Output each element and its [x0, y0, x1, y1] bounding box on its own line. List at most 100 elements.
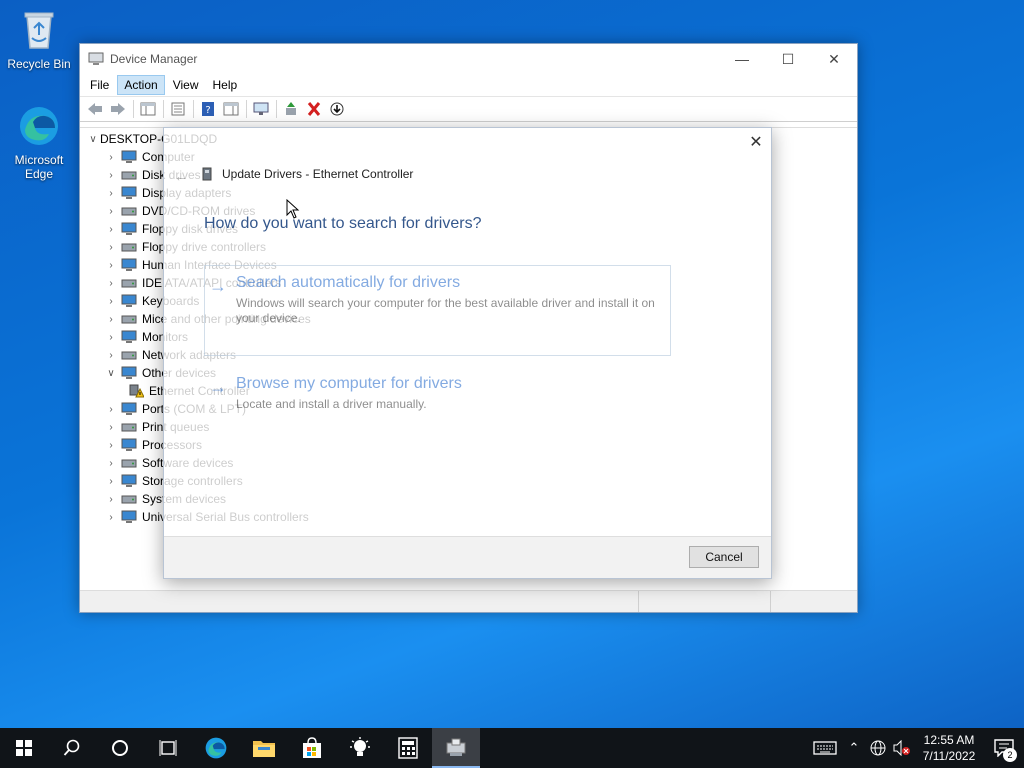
chevron-right-icon[interactable]: ›: [104, 404, 118, 415]
dialog-close-button[interactable]: ✕: [749, 134, 763, 151]
close-button[interactable]: ✕: [811, 44, 857, 74]
search-automatically-option[interactable]: → Search automatically for drivers Windo…: [204, 265, 671, 356]
taskbar-tips[interactable]: [336, 728, 384, 768]
volume-muted-icon: [893, 740, 910, 756]
device-category-icon: [121, 495, 137, 504]
device-category-icon: [121, 402, 137, 415]
globe-network-icon: [870, 740, 886, 756]
chevron-right-icon[interactable]: ›: [104, 296, 118, 307]
dialog-question: How do you want to search for drivers?: [204, 215, 482, 232]
title-bar[interactable]: Device Manager — ☐ ✕: [80, 44, 857, 74]
device-category-icon: [121, 459, 137, 468]
chevron-right-icon[interactable]: ›: [104, 332, 118, 343]
option-description: Windows will search your computer for th…: [236, 296, 655, 325]
maximize-button[interactable]: ☐: [765, 44, 811, 74]
cancel-button[interactable]: Cancel: [689, 546, 759, 568]
recycle-bin-desktop-icon[interactable]: Recycle Bin: [3, 8, 75, 71]
chevron-right-icon[interactable]: ›: [104, 476, 118, 487]
task-view-button[interactable]: [144, 728, 192, 768]
network-tray-button[interactable]: [866, 728, 890, 768]
device-category-icon: [121, 474, 137, 487]
clock[interactable]: 12:55 AM 7/11/2022: [914, 732, 984, 764]
chevron-right-icon[interactable]: ›: [104, 170, 118, 181]
action-pane-button[interactable]: [220, 99, 242, 119]
taskbar-edge[interactable]: [192, 728, 240, 768]
browse-computer-option[interactable]: → Browse my computer for drivers Locate …: [204, 366, 671, 419]
status-bar: [80, 590, 857, 612]
minimize-button[interactable]: —: [719, 44, 765, 74]
store-bag-icon: [303, 737, 321, 758]
device-category-icon: [121, 207, 137, 216]
scan-hardware-button[interactable]: [250, 99, 272, 119]
chevron-right-icon[interactable]: ›: [104, 152, 118, 163]
device-category-icon: [121, 258, 137, 271]
show-hidden-icons-button[interactable]: ⌃: [842, 728, 866, 768]
help-icon: ?: [202, 102, 214, 116]
device-category-icon: [121, 243, 137, 252]
console-tree-icon: [140, 102, 156, 116]
edge-desktop-icon[interactable]: Microsoft Edge: [3, 104, 75, 181]
window-title: Device Manager: [110, 52, 198, 66]
keyboard-tray-button[interactable]: [808, 728, 842, 768]
back-arrow-icon[interactable]: ←: [174, 168, 188, 184]
maximize-icon: ☐: [781, 50, 795, 67]
warning-device-icon: [129, 384, 144, 398]
chevron-right-icon[interactable]: ›: [104, 512, 118, 523]
status-segment: [80, 591, 638, 612]
recycle-bin-label: Recycle Bin: [7, 57, 71, 71]
option-title: Browse my computer for drivers: [236, 375, 462, 392]
chevron-right-icon[interactable]: ›: [104, 458, 118, 469]
device-category-icon: [121, 423, 137, 432]
update-driver-button[interactable]: [280, 99, 302, 119]
cortana-button[interactable]: [96, 728, 144, 768]
close-icon: ✕: [828, 50, 840, 67]
dialog-footer: Cancel: [164, 536, 771, 578]
enable-device-button[interactable]: [326, 99, 348, 119]
toolbar: ?: [80, 96, 857, 122]
chevron-right-icon[interactable]: ›: [104, 314, 118, 325]
chevron-right-icon[interactable]: ›: [104, 224, 118, 235]
recycle-bin-icon: [24, 12, 54, 49]
taskbar-device-manager[interactable]: [432, 728, 480, 768]
chevron-right-icon[interactable]: ›: [104, 440, 118, 451]
device-category-icon: [121, 150, 137, 163]
taskbar-file-explorer[interactable]: [240, 728, 288, 768]
menu-help[interactable]: Help: [207, 76, 244, 94]
chevron-right-icon[interactable]: ›: [104, 422, 118, 433]
chevron-right-icon[interactable]: ›: [104, 188, 118, 199]
chevron-down-icon[interactable]: ∨: [104, 368, 118, 379]
status-segment: [770, 591, 857, 612]
cortana-circle-icon: [112, 740, 128, 756]
menu-file[interactable]: File: [84, 76, 115, 94]
chevron-right-icon[interactable]: ›: [104, 494, 118, 505]
update-driver-icon: [286, 102, 296, 115]
device-category-icon: [121, 315, 137, 324]
calculator-icon: [398, 737, 418, 759]
chevron-right-icon[interactable]: ›: [104, 260, 118, 271]
status-segment: [638, 591, 770, 612]
chevron-right-icon[interactable]: ›: [104, 206, 118, 217]
properties-button[interactable]: [167, 99, 189, 119]
uninstall-device-button[interactable]: [303, 99, 325, 119]
minimize-icon: —: [735, 51, 749, 67]
search-button[interactable]: [48, 728, 96, 768]
chevron-right-icon[interactable]: ›: [104, 242, 118, 253]
help-button[interactable]: ?: [197, 99, 219, 119]
forward-button[interactable]: [107, 99, 129, 119]
taskbar-calculator[interactable]: [384, 728, 432, 768]
toolbar-separator: [133, 100, 134, 118]
chevron-right-icon[interactable]: ›: [104, 350, 118, 361]
dialog-header: Update Drivers - Ethernet Controller: [202, 167, 413, 181]
chevron-down-icon[interactable]: ∨: [86, 134, 100, 145]
chevron-right-icon[interactable]: ›: [104, 278, 118, 289]
volume-tray-button[interactable]: [890, 728, 914, 768]
close-icon: ✕: [749, 134, 763, 151]
back-button[interactable]: [84, 99, 106, 119]
option-description: Locate and install a driver manually.: [236, 397, 427, 411]
action-center-button[interactable]: 2: [984, 728, 1024, 768]
taskbar-store[interactable]: [288, 728, 336, 768]
start-button[interactable]: [0, 728, 48, 768]
menu-view[interactable]: View: [167, 76, 205, 94]
menu-action[interactable]: Action: [117, 75, 165, 95]
show-hide-console-tree-button[interactable]: [137, 99, 159, 119]
